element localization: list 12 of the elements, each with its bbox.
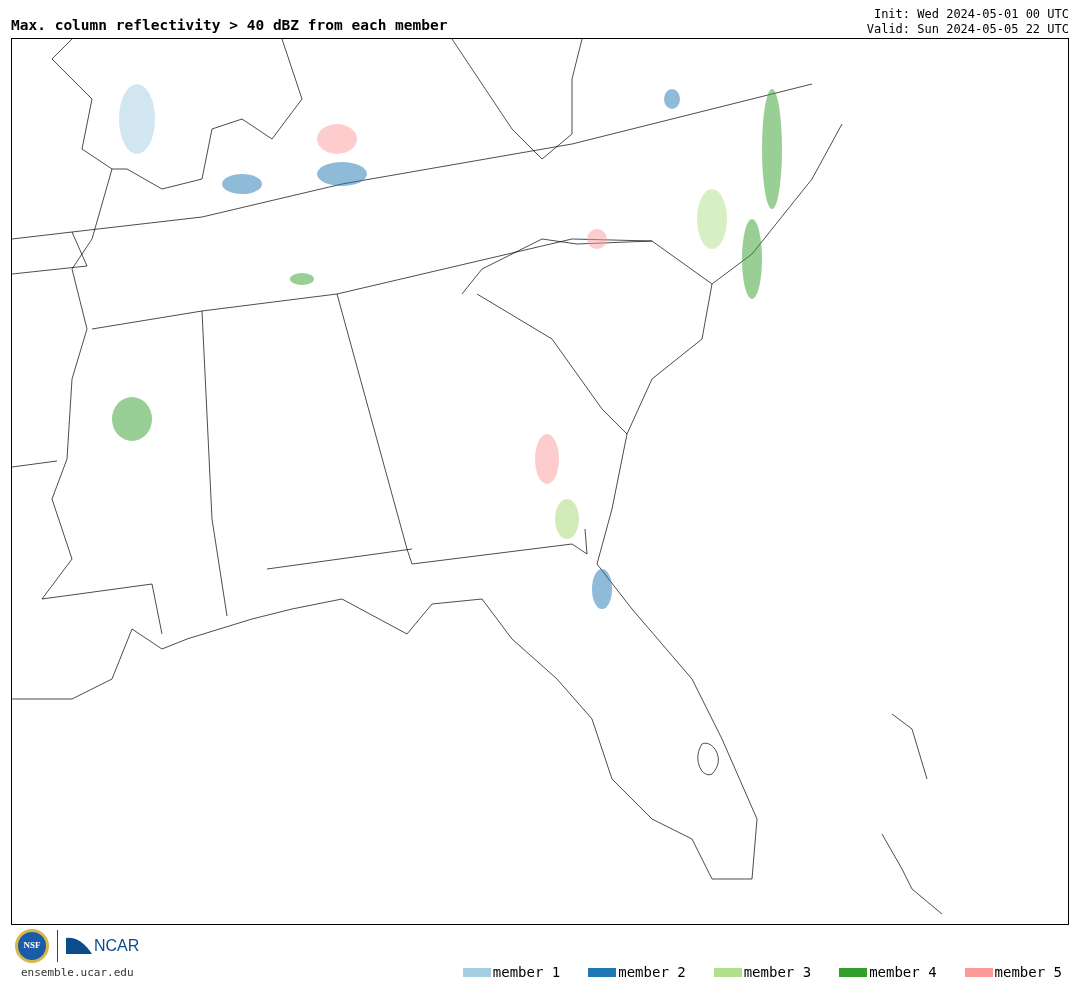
legend-label: member 3 [743,963,812,982]
legend-label: member 2 [618,963,686,982]
valid-time: Valid: Sun 2024-05-05 22 UTC [866,22,1069,37]
ncar-logo-icon [66,936,92,956]
legend-label: member 5 [994,963,1062,982]
ncar-logo-text: NCAR [94,936,140,956]
site-url: ensemble.ucar.edu [20,965,134,981]
legend-label: member 4 [869,963,937,982]
nsf-logo: NSF [15,929,49,963]
legend-label: member 1 [492,963,561,982]
chart-title: Max. column reflectivity > 40 dBZ from each member [11,17,448,35]
init-time: Init: Wed 2024-05-01 00 UTC [873,7,1069,22]
